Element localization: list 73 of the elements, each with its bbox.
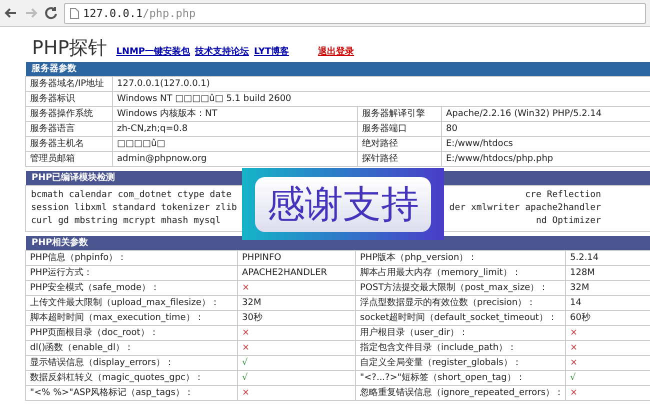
- nav-link[interactable]: LYT博客: [254, 45, 290, 58]
- table-cell: 用户根目录（user_dir）：: [356, 326, 566, 340]
- table-cell: zh-CN,zh;q=0.8: [112, 122, 358, 136]
- table-cell: POST方法提交最大限制（post_max_size）：: [356, 280, 566, 296]
- table-cell: 上传文件最大限制（upload_max_filesize）：: [26, 296, 238, 310]
- table-cell: Apache/2.2.16 (Win32) PHP/5.2.14: [442, 106, 650, 122]
- table-cell: ×: [238, 280, 356, 296]
- section-header: 服务器参数: [26, 62, 650, 76]
- table-cell: √: [238, 370, 356, 386]
- table-cell: "<% %>"ASP风格标记（asp_tags）：: [26, 386, 238, 400]
- banner-text: 感谢支持: [255, 176, 431, 232]
- table-cell: 数据反斜杠转义（magic_quotes_gpc）：: [26, 370, 238, 386]
- table-cell: ×: [238, 326, 356, 340]
- table-cell: admin@phpnow.org: [112, 152, 358, 166]
- table-cell: E:/www/htdocs: [442, 136, 650, 152]
- table-cell: Windows NT □□□□û□ 5.1 build 2600: [112, 92, 650, 106]
- table-cell: 服务器主机名: [26, 136, 112, 152]
- module-list: cre Reflection: [525, 189, 601, 202]
- table-cell: 忽略重复错误信息（ignore_repeated_errors）：: [356, 386, 566, 400]
- module-list: bcmath calendar com_dotnet ctype date: [31, 189, 232, 202]
- page-icon: [70, 8, 79, 18]
- table-cell: 服务器域名/IP地址: [26, 76, 112, 92]
- table-cell: 脚本占用最大内存（memory_limit）：: [356, 266, 566, 280]
- table-cell: 服务器语言: [26, 122, 112, 136]
- module-list: nd Optimizer: [536, 215, 601, 228]
- table-cell: 32M: [566, 280, 650, 296]
- nav-link[interactable]: LNMP一键安装包: [116, 45, 190, 58]
- module-list: der xmlwriter apache2handler: [449, 202, 601, 215]
- table-cell: 浮点型数据显示的有效位数（precision）：: [356, 296, 566, 310]
- table-cell: 显示错误信息（display_errors）：: [26, 356, 238, 370]
- table-cell: APACHE2HANDLER: [238, 266, 356, 280]
- table-cell: √: [238, 356, 356, 370]
- table-cell: 管理员邮箱: [26, 152, 112, 166]
- table-cell: 探针路径: [358, 152, 442, 166]
- reload-icon[interactable]: [44, 6, 58, 20]
- table-cell: 服务器端口: [358, 122, 442, 136]
- table-cell: 服务器解译引擎: [358, 106, 442, 122]
- table-cell: 80: [442, 122, 650, 136]
- page-title: PHP探针: [32, 36, 108, 61]
- nav-link[interactable]: 退出登录: [318, 45, 354, 58]
- table-cell: 脚本超时时间（max_execution_time）：: [26, 310, 238, 326]
- table-cell: PHP安全模式（safe_mode）：: [26, 280, 238, 296]
- module-list: session libxml standard tokenizer zlib: [31, 202, 237, 215]
- table-cell: PHP信息（phpinfo）：: [26, 250, 238, 266]
- table-cell: ×: [238, 386, 356, 400]
- table-cell: 自定义全局变量（register_globals）：: [356, 356, 566, 370]
- table-cell: 服务器操作系统: [26, 106, 112, 122]
- table-cell: 指定包含文件目录（include_path）：: [356, 340, 566, 356]
- table-cell: □□□□û□: [112, 136, 358, 152]
- table-cell: √: [566, 370, 650, 386]
- table-cell: E:/www/htdocs/php.php: [442, 152, 650, 166]
- nav-link[interactable]: 技术支持论坛: [195, 45, 250, 58]
- table-cell: Windows 内核版本：NT: [112, 106, 358, 122]
- table-cell: socket超时时间（default_socket_timeout）：: [356, 310, 566, 326]
- table-cell: 127.0.0.1(127.0.0.1): [112, 76, 650, 92]
- table-cell: PHPINFO: [238, 250, 356, 266]
- table-cell: 服务器标识: [26, 92, 112, 106]
- table-cell: PHP版本（php_version）：: [356, 250, 566, 266]
- table-cell: 128M: [566, 266, 650, 280]
- table-cell: 5.2.14: [566, 250, 650, 266]
- table-cell: 60秒: [566, 310, 650, 326]
- table-cell: 30秒: [238, 310, 356, 326]
- back-icon[interactable]: [4, 6, 18, 20]
- module-list: curl gd mbstring mcrypt mhash mysql: [31, 215, 221, 228]
- table-cell: PHP页面根目录（doc_root）：: [26, 326, 238, 340]
- table-cell: 绝对路径: [358, 136, 442, 152]
- address-field[interactable]: 127.0.0.1/php.php: [64, 2, 646, 24]
- table-cell: dl()函数（enable_dl）：: [26, 340, 238, 356]
- table-cell: PHP运行方式：: [26, 266, 238, 280]
- table-cell: 32M: [238, 296, 356, 310]
- table-cell: "<?...?>"短标签（short_open_tag）：: [356, 370, 566, 386]
- table-cell: 14: [566, 296, 650, 310]
- table-cell: ×: [238, 340, 356, 356]
